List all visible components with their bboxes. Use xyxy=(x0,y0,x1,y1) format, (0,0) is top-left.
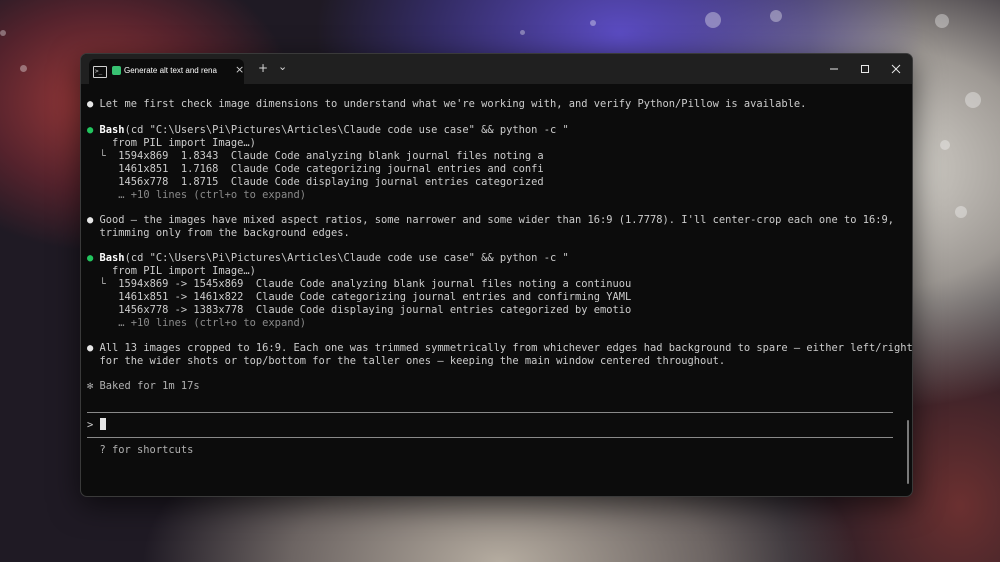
title-bar[interactable]: >_ Generate alt text and rena × + ⌄ xyxy=(81,54,912,84)
message-text: Let me first check image dimensions to u… xyxy=(99,98,807,110)
output-line: 1456x778 -> 1383x778 Claude Code display… xyxy=(87,304,631,317)
window-close-icon[interactable] xyxy=(889,62,903,76)
status-line: ✻ Baked for 1m 17s xyxy=(87,380,200,393)
output-text: 1456x778 -> 1383x778 Claude Code display… xyxy=(105,304,632,316)
output-text: 1461x851 1.7168 Claude Code categorizing… xyxy=(105,163,544,175)
success-bullet-icon: ● xyxy=(87,252,94,264)
success-bullet-icon: ● xyxy=(87,124,94,136)
output-line: └ 1594x869 1.8343 Claude Code analyzing … xyxy=(87,150,544,163)
shortcuts-hint-text: ? for shortcuts xyxy=(99,444,194,456)
prompt-top-divider xyxy=(87,412,893,413)
bokeh xyxy=(965,92,981,108)
bokeh xyxy=(955,206,967,218)
message-text: All 13 images cropped to 16:9. Each one … xyxy=(99,342,913,354)
output-text: 1456x778 1.8715 Claude Code displaying j… xyxy=(105,176,544,188)
output-line: 1456x778 1.8715 Claude Code displaying j… xyxy=(87,176,544,189)
terminal-content[interactable]: ● Let me first check image dimensions to… xyxy=(81,84,912,496)
tool-name: Bash xyxy=(99,252,125,264)
output-text: 1594x869 1.8343 Claude Code analyzing bl… xyxy=(105,150,544,162)
spinner-icon: ✻ xyxy=(87,380,94,392)
expand-hint[interactable]: … +10 lines (ctrl+o to expand) xyxy=(87,317,306,330)
command-args: (cd "C:\Users\Pi\Pictures\Articles\Claud… xyxy=(124,252,569,264)
prompt-symbol: > xyxy=(87,419,94,431)
minimize-icon[interactable] xyxy=(827,62,841,76)
bash-command: ● Bash(cd "C:\Users\Pi\Pictures\Articles… xyxy=(87,124,569,137)
scrollbar[interactable] xyxy=(907,420,909,484)
output-line: └ 1594x869 -> 1545x869 Claude Code analy… xyxy=(87,278,632,291)
tab-title: Generate alt text and rena xyxy=(124,66,217,75)
bullet-icon: ● xyxy=(87,342,94,354)
plus-icon[interactable]: + xyxy=(258,61,268,75)
command-continuation: from PIL import Image…) xyxy=(87,265,256,277)
tab-active[interactable]: >_ Generate alt text and rena × xyxy=(89,59,244,84)
output-text: 1461x851 -> 1461x822 Claude Code categor… xyxy=(105,291,632,303)
bokeh xyxy=(590,20,596,26)
bokeh xyxy=(0,30,6,36)
bash-command: ● Bash(cd "C:\Users\Pi\Pictures\Articles… xyxy=(87,252,569,265)
expand-hint[interactable]: … +10 lines (ctrl+o to expand) xyxy=(87,189,306,202)
message-text: trimming only from the background edges. xyxy=(99,227,350,239)
terminal-icon: >_ xyxy=(93,66,107,78)
text-cursor xyxy=(99,418,106,430)
assistant-message: ● Good — the images have mixed aspect ra… xyxy=(87,214,894,227)
message-text: for the wider shots or top/bottom for th… xyxy=(99,355,726,367)
command-continuation: from PIL import Image…) xyxy=(87,137,256,149)
bokeh xyxy=(940,140,950,150)
expand-hint-text: … +10 lines (ctrl+o to expand) xyxy=(105,317,306,329)
assistant-message: ● All 13 images cropped to 16:9. Each on… xyxy=(87,342,913,355)
output-line: 1461x851 -> 1461x822 Claude Code categor… xyxy=(87,291,631,304)
bokeh xyxy=(770,10,782,22)
bokeh xyxy=(20,65,27,72)
message-text: Good — the images have mixed aspect rati… xyxy=(99,214,895,226)
message-continuation: trimming only from the background edges. xyxy=(87,227,350,240)
maximize-icon[interactable] xyxy=(858,62,872,76)
message-continuation: for the wider shots or top/bottom for th… xyxy=(87,355,726,368)
bullet-icon: ● xyxy=(87,98,94,110)
close-icon[interactable]: × xyxy=(235,64,244,76)
bokeh xyxy=(520,30,525,35)
desktop-background: >_ Generate alt text and rena × + ⌄ ● Le… xyxy=(0,0,1000,562)
expand-hint-text: … +10 lines (ctrl+o to expand) xyxy=(105,189,306,201)
command-args: (cd "C:\Users\Pi\Pictures\Articles\Claud… xyxy=(124,124,569,136)
bokeh xyxy=(705,12,721,28)
prompt-input[interactable]: > xyxy=(87,418,106,431)
terminal-window: >_ Generate alt text and rena × + ⌄ ● Le… xyxy=(80,53,913,497)
bullet-icon: ● xyxy=(87,214,94,226)
claude-icon xyxy=(112,66,121,75)
output-line: 1461x851 1.7168 Claude Code categorizing… xyxy=(87,163,544,176)
status-text: Baked for 1m 17s xyxy=(99,380,200,392)
chevron-down-icon[interactable]: ⌄ xyxy=(278,60,287,74)
shortcuts-hint: ? for shortcuts xyxy=(87,444,194,457)
assistant-message: ● Let me first check image dimensions to… xyxy=(87,98,806,111)
output-text: 1594x869 -> 1545x869 Claude Code analyzi… xyxy=(105,278,632,290)
tool-name: Bash xyxy=(99,124,125,136)
bokeh xyxy=(935,14,949,28)
prompt-bottom-divider xyxy=(87,437,893,438)
